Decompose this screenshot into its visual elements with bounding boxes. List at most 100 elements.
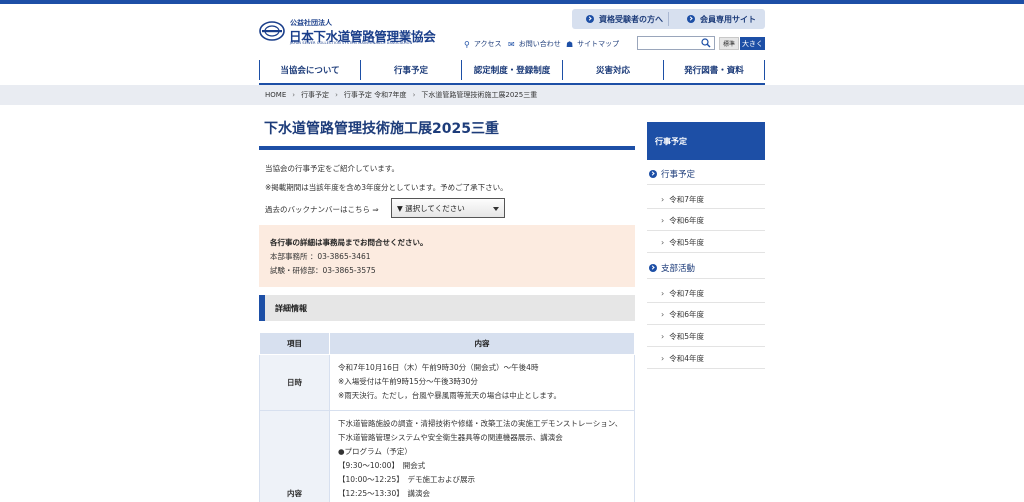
title-underline [259,146,635,150]
breadcrumb-events-year[interactable]: 行事予定 令和7年度 [344,90,407,100]
font-size-standard-button[interactable]: 標準 [719,37,739,50]
contact-link[interactable]: ✉ お問い合わせ [508,39,561,49]
sidebar-divider [647,230,765,231]
backnumber-select-value: ▼ 選択してください [397,203,465,213]
logo-org-name-en: JAPAN SEWER COLLECTION SYSTEM MAINTENANC… [290,41,413,45]
breadcrumb-current: 下水道管路管理技術施工展2025三重 [421,91,538,99]
sidebar-heading: 行事予定 [647,122,765,160]
chevron-down-icon [493,207,499,211]
backnumber-label: 過去のバックナンバーはこちら ⇒ [265,205,379,214]
content-line: 【9:30～10:00】 開会式 [338,461,426,470]
sitemap-icon: ☗ [566,39,574,49]
table-header-row: 項目 内容 [259,332,635,355]
sidebar-item-label: 令和5年度 [669,238,704,247]
nav-item-about[interactable]: 当協会について [260,60,361,80]
sidebar-item-events-r7[interactable]: › 令和7年度 [661,194,704,205]
contact-link-label: お問い合わせ [518,40,561,48]
sidebar-divider [647,302,765,303]
breadcrumb-home[interactable]: HOME [265,91,286,99]
table-row-value: 令和7年10月16日（木）午前9時30分（開会式）～午後4時 ※入場受付は午前9… [329,354,635,411]
search-input[interactable] [637,36,715,50]
arrow-circle-icon [687,15,695,23]
examinee-button[interactable]: 資格受験者の方へ [586,9,663,29]
chevron-right-icon: › [412,91,416,99]
sitemap-link-label: サイトマップ [577,40,620,48]
sidebar-category-branch[interactable]: 支部活動 [649,262,695,274]
datetime-line: ※入場受付は午前9時15分～午後3時30分 [338,377,478,386]
sidebar-item-events-r6[interactable]: › 令和6年度 [661,215,704,226]
sidebar-item-label: 令和6年度 [669,310,704,319]
chevron-right-icon: › [661,310,665,319]
arrow-circle-icon [649,170,657,178]
access-link[interactable]: ⚲ アクセス [464,39,502,49]
contact-hq-phone: 本部事務所 ：03-3865-3461 [270,252,371,261]
table-header-content: 内容 [329,332,635,355]
nav-item-disaster[interactable]: 災害対応 [563,60,664,80]
breadcrumb-events[interactable]: 行事予定 [301,90,329,100]
site-logo[interactable]: 公益社団法人 日本下水道管路管理業協会 JAPAN SEWER COLLECTI… [259,17,436,47]
sidebar-divider [647,346,765,347]
table-row-value: 下水道管路施設の調査・清掃技術や修繕・改築工法の実施工デモンストレーション、 下… [329,410,635,502]
chevron-right-icon: › [292,91,296,99]
sidebar-item-branch-r7[interactable]: › 令和7年度 [661,288,704,299]
table-row: 内容 下水道管路施設の調査・清掃技術や修繕・改築工法の実施工デモンストレーション… [259,410,635,502]
sidebar-divider [647,278,765,279]
contact-box: 各行事の詳細は事務局までお問合せください。 本部事務所 ：03-3865-346… [259,225,635,287]
chevron-right-icon: › [335,91,338,99]
sitemap-link[interactable]: ☗ サイトマップ [566,39,619,49]
intro-note: ※掲載期間は当該年度を含め3年度分としています。予めご了承下さい。 [265,183,508,192]
nav-item-events[interactable]: 行事予定 [361,60,462,80]
table-row: 日時 令和7年10月16日（木）午前9時30分（開会式）～午後4時 ※入場受付は… [259,354,635,411]
top-button-group: 資格受験者の方へ 会員専用サイト [572,9,765,29]
content-line: 【12:25～13:30】 講演会 [338,489,430,498]
sidebar-item-events-r5[interactable]: › 令和5年度 [661,237,704,248]
sidebar-divider [647,208,765,209]
datetime-line: 令和7年10月16日（木）午前9時30分（開会式）～午後4時 [338,363,539,372]
sidebar-category-label: 支部活動 [661,264,696,274]
arrow-circle-icon [586,15,594,23]
sidebar-divider [647,252,765,253]
contact-training-phone: 試験・研修部：03-3865-3575 [270,266,376,275]
mail-icon: ✉ [508,39,515,49]
sidebar-item-branch-r4[interactable]: › 令和4年度 [661,353,704,364]
content-line: 下水道管路管理システムや安全衛生器具等の関連機器展示、講演会 [338,433,563,442]
content-line: 【10:00～12:25】 デモ施工および展示 [338,475,475,484]
chevron-right-icon: › [661,216,665,225]
sidebar-divider [647,368,765,369]
details-table: 項目 内容 日時 令和7年10月16日（木）午前9時30分（開会式）～午後4時 … [259,332,635,502]
chevron-right-icon: › [661,195,665,204]
chevron-right-icon: › [661,354,665,363]
top-button-divider [668,12,669,26]
search-icon[interactable] [701,38,711,48]
sidebar-category-label: 行事予定 [661,170,696,180]
association-emblem-icon [259,21,285,41]
sidebar-item-branch-r6[interactable]: › 令和6年度 [661,309,704,320]
breadcrumb: HOME › 行事予定 › 行事予定 令和7年度 › 下水道管路管理技術施工展2… [265,85,537,105]
chevron-right-icon: › [661,238,665,247]
sidebar-divider [647,324,765,325]
sidebar-item-label: 令和6年度 [669,216,704,225]
sidebar-category-events[interactable]: 行事予定 [649,168,695,180]
global-nav: 当協会について 行事予定 認定制度・登録制度 災害対応 発行図書・資料 [259,60,765,80]
map-pin-icon: ⚲ [464,39,470,49]
sidebar-item-label: 令和5年度 [669,332,704,341]
sidebar-item-label: 令和7年度 [669,195,704,204]
examinee-button-label: 資格受験者の方へ [599,14,663,24]
member-site-button-label: 会員専用サイト [700,14,756,24]
sidebar-item-branch-r5[interactable]: › 令和5年度 [661,331,704,342]
access-link-label: アクセス [473,40,502,48]
nav-item-certification[interactable]: 認定制度・登録制度 [462,60,563,80]
table-header-item: 項目 [259,332,330,355]
sidebar-divider [647,184,765,185]
nav-item-publications[interactable]: 発行図書・資料 [664,60,765,80]
member-site-button[interactable]: 会員専用サイト [687,9,756,29]
top-accent-bar [0,0,1024,4]
backnumber-select[interactable]: ▼ 選択してください [391,198,505,218]
font-size-large-button[interactable]: 大きく [740,37,765,50]
arrow-circle-icon [649,264,657,272]
table-row-label: 日時 [259,354,330,411]
content-line: ●プログラム（予定） [338,447,412,456]
sidebar-item-label: 令和4年度 [669,354,704,363]
chevron-right-icon: › [661,289,665,298]
table-row-label: 内容 [259,410,330,502]
